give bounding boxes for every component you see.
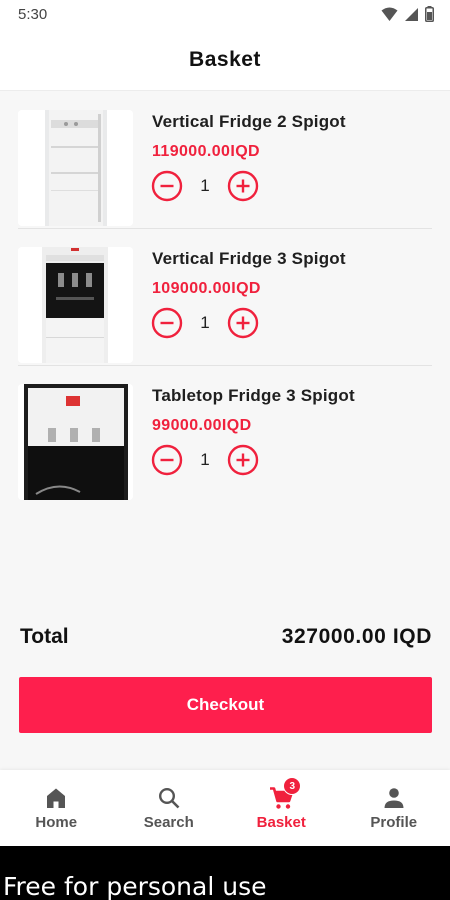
- basket-item[interactable]: Tabletop Fridge 3 Spigot 99000.00IQD 1: [18, 366, 432, 503]
- status-time: 5:30: [18, 6, 48, 23]
- nav-label-profile: Profile: [370, 814, 418, 831]
- page-title: Basket: [189, 48, 261, 71]
- home-icon: [47, 788, 66, 808]
- nav-item-search[interactable]: Search: [113, 770, 226, 846]
- battery-icon: [425, 6, 434, 22]
- nav-item-profile[interactable]: Profile: [338, 770, 450, 846]
- total-label: Total: [20, 625, 69, 648]
- minus-circle-icon[interactable]: [151, 307, 183, 339]
- wifi-icon: [381, 7, 398, 21]
- nav-label-basket: Basket: [256, 814, 306, 831]
- basket-item[interactable]: Vertical Fridge 2 Spigot 119000.00IQD 1: [18, 92, 432, 229]
- quantity-value: 1: [200, 450, 210, 469]
- item-name: Tabletop Fridge 3 Spigot: [152, 386, 355, 405]
- nav-item-basket[interactable]: 3 Basket: [225, 770, 338, 846]
- plus-circle-icon[interactable]: [227, 170, 259, 202]
- quantity-value: 1: [200, 313, 210, 332]
- quantity-value: 1: [200, 176, 210, 195]
- quantity-stepper: 1: [151, 169, 259, 203]
- minus-circle-icon[interactable]: [151, 170, 183, 202]
- signal-icon: [405, 7, 418, 21]
- plus-circle-icon[interactable]: [227, 444, 259, 476]
- basket-item[interactable]: Vertical Fridge 3 Spigot 109000.00IQD 1: [18, 229, 432, 366]
- product-image[interactable]: [18, 247, 133, 363]
- app-header: Basket: [0, 30, 450, 91]
- status-bar: 5:30: [0, 0, 450, 30]
- total-value: 327000.00 IQD: [281, 625, 432, 648]
- person-icon: [384, 788, 404, 808]
- cart-icon-wrapper: 3: [268, 777, 302, 811]
- item-price: 99000.00IQD: [152, 417, 252, 434]
- water-dispenser-image: [18, 110, 133, 226]
- search-icon: [158, 787, 180, 809]
- item-name: Vertical Fridge 2 Spigot: [152, 112, 346, 131]
- watermark-text: Free for personal use: [3, 872, 267, 900]
- quantity-stepper: 1: [151, 443, 259, 477]
- nav-label-home: Home: [35, 814, 78, 831]
- basket-list: Vertical Fridge 2 Spigot 119000.00IQD 1: [18, 92, 432, 503]
- item-price: 109000.00IQD: [152, 280, 261, 297]
- product-image[interactable]: [18, 110, 133, 226]
- plus-circle-icon[interactable]: [227, 307, 259, 339]
- watermark-bar: Free for personal use: [0, 846, 450, 900]
- status-icons: [381, 6, 434, 22]
- item-name: Vertical Fridge 3 Spigot: [152, 249, 346, 268]
- product-image[interactable]: [18, 384, 133, 500]
- nav-item-home[interactable]: Home: [0, 770, 113, 846]
- nav-label-search: Search: [143, 814, 194, 831]
- total-row: Total 327000.00 IQD: [20, 622, 432, 652]
- item-price: 119000.00IQD: [152, 143, 260, 160]
- minus-circle-icon[interactable]: [151, 444, 183, 476]
- bottom-nav: Home Search 3 Basket Profile: [0, 770, 450, 846]
- checkout-button[interactable]: Checkout: [19, 677, 432, 733]
- cart-count-badge: 3: [283, 777, 302, 795]
- water-dispenser-image: [18, 247, 133, 363]
- water-dispenser-image: [18, 384, 133, 500]
- quantity-stepper: 1: [151, 306, 259, 340]
